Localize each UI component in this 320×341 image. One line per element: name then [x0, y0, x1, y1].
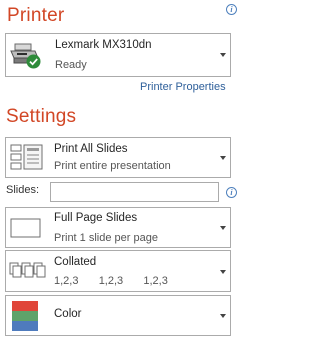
settings-section-title: Settings: [6, 106, 77, 127]
print-range-value: Print All Slides: [54, 143, 128, 155]
chevron-down-icon: [220, 270, 226, 274]
printer-status: Ready: [55, 59, 87, 71]
printer-properties-link[interactable]: Printer Properties: [140, 81, 226, 93]
slides-info-icon[interactable]: i: [226, 187, 237, 198]
print-range-description: Print entire presentation: [54, 160, 171, 172]
slides-input[interactable]: [50, 182, 219, 202]
chevron-down-icon: [220, 314, 226, 318]
printer-info-icon[interactable]: i: [226, 4, 237, 15]
printer-section-title: Printer: [7, 5, 65, 26]
chevron-down-icon: [220, 156, 226, 160]
chevron-down-icon: [220, 53, 226, 57]
color-dropdown[interactable]: Color: [5, 295, 231, 336]
printer-dropdown[interactable]: Lexmark MX310dn Ready: [5, 33, 231, 77]
slides-label: Slides:: [6, 184, 40, 196]
collated-icon: [9, 262, 46, 278]
collation-dropdown[interactable]: Collated 1,2,3 1,2,3 1,2,3: [5, 250, 231, 292]
chevron-down-icon: [220, 226, 226, 230]
printer-name: Lexmark MX310dn: [55, 39, 152, 51]
color-swatch-icon: [12, 301, 38, 331]
print-range-dropdown[interactable]: Print All Slides Print entire presentati…: [5, 137, 231, 178]
collation-description: 1,2,3 1,2,3 1,2,3: [54, 275, 168, 287]
layout-value: Full Page Slides: [54, 212, 138, 224]
layout-dropdown[interactable]: Full Page Slides Print 1 slide per page: [5, 207, 231, 248]
pages-icon: [10, 144, 43, 170]
layout-description: Print 1 slide per page: [54, 232, 158, 244]
ready-check-icon: [26, 54, 41, 69]
collation-value: Collated: [54, 256, 97, 268]
full-page-slide-icon: [10, 218, 41, 238]
color-value: Color: [54, 308, 82, 320]
